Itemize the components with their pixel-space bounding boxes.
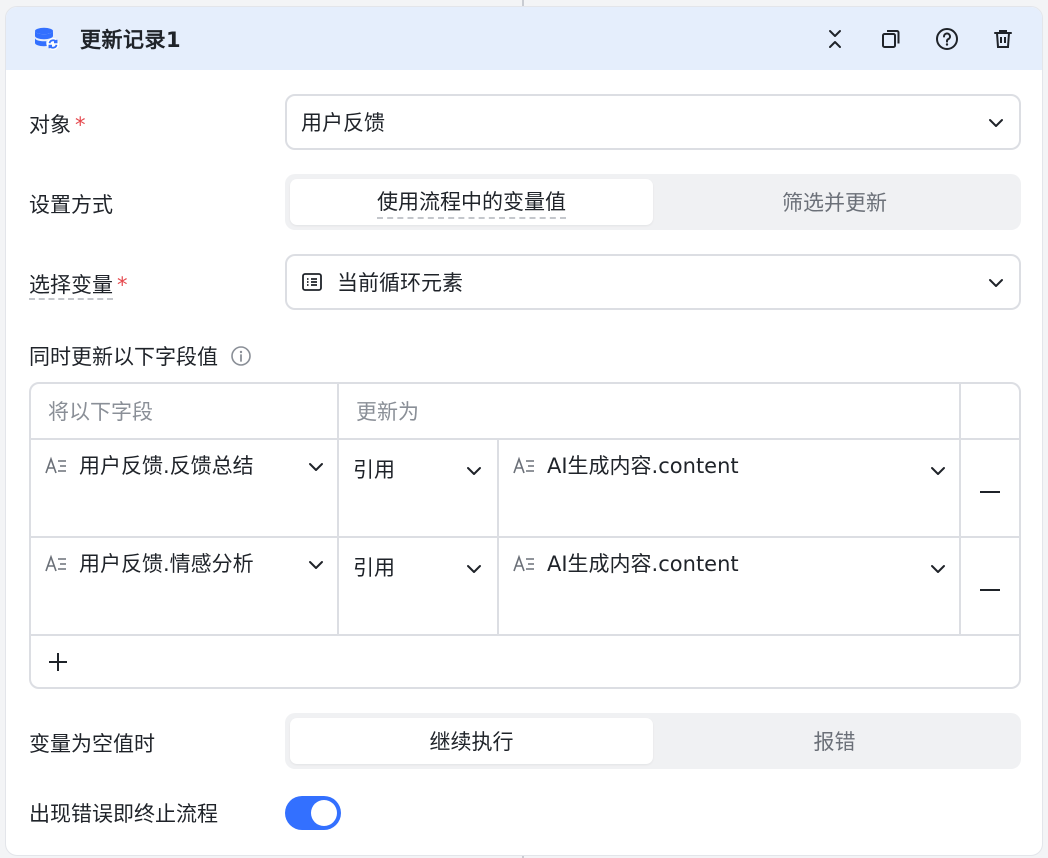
value-text: AI生成内容.content xyxy=(547,454,739,478)
minus-icon xyxy=(979,577,1001,596)
field-select[interactable]: 用户反馈.情感分析 xyxy=(31,538,339,634)
text-field-icon xyxy=(513,554,535,579)
table-row: 用户反馈.情感分析 引用 AI生成内容.content xyxy=(31,538,1019,636)
fields-section-label: 同时更新以下字段值 xyxy=(29,341,252,371)
value-select[interactable]: AI生成内容.content xyxy=(499,538,961,634)
add-row xyxy=(31,636,1019,687)
chevron-down-icon xyxy=(929,458,947,482)
copy-icon[interactable] xyxy=(874,22,908,56)
required-mark: * xyxy=(117,273,128,297)
value-text: AI生成内容.content xyxy=(547,552,739,576)
field-name: 用户反馈.情感分析 xyxy=(79,552,254,576)
remove-row-button[interactable] xyxy=(961,538,1019,634)
collapse-icon[interactable] xyxy=(818,22,852,56)
chevron-down-icon xyxy=(987,270,1005,294)
empty-value-segmented: 继续执行 报错 xyxy=(285,713,1021,769)
chevron-down-icon xyxy=(929,556,947,580)
seg-error[interactable]: 报错 xyxy=(653,718,1016,764)
stop-on-error-toggle[interactable] xyxy=(285,796,341,830)
object-select-value: 用户反馈 xyxy=(301,111,385,135)
seg-continue[interactable]: 继续执行 xyxy=(290,718,653,764)
variable-select-value: 当前循环元素 xyxy=(337,271,463,295)
variable-label-text: 选择变量 xyxy=(29,273,113,300)
header-update-to: 更新为 xyxy=(339,384,961,438)
required-mark: * xyxy=(75,113,86,137)
update-record-node: 更新记录1 对象 * 用户反馈 设置方式 使用流程中的变量值 筛选并更新 选择变… xyxy=(5,6,1043,856)
field-name: 用户反馈.反馈总结 xyxy=(79,454,254,478)
help-icon[interactable] xyxy=(930,22,964,56)
delete-icon[interactable] xyxy=(986,22,1020,56)
text-field-icon xyxy=(45,554,67,634)
stop-on-error-label: 出现错误即终止流程 xyxy=(29,802,218,826)
ref-type-value: 引用 xyxy=(353,556,395,580)
value-select[interactable]: AI生成内容.content xyxy=(499,440,961,536)
setting-mode-segmented: 使用流程中的变量值 筛选并更新 xyxy=(285,174,1021,230)
variable-select[interactable]: 当前循环元素 xyxy=(285,254,1021,310)
header-actions xyxy=(961,384,1019,438)
empty-value-label: 变量为空值时 xyxy=(29,732,155,756)
info-icon[interactable] xyxy=(230,345,252,367)
ref-type-value: 引用 xyxy=(353,458,395,482)
fields-section-title: 同时更新以下字段值 xyxy=(29,345,218,369)
header-actions xyxy=(818,22,1042,56)
chevron-down-icon xyxy=(987,110,1005,134)
object-select[interactable]: 用户反馈 xyxy=(285,94,1021,150)
seg-filter-update[interactable]: 筛选并更新 xyxy=(653,179,1016,225)
variable-label: 选择变量 * xyxy=(29,269,128,300)
table-header: 将以下字段 更新为 xyxy=(31,384,1019,440)
list-icon xyxy=(301,271,323,293)
field-select[interactable]: 用户反馈.反馈总结 xyxy=(31,440,339,536)
chevron-down-icon xyxy=(307,458,325,536)
plus-icon[interactable] xyxy=(45,649,71,675)
remove-row-button[interactable] xyxy=(961,440,1019,536)
node-header: 更新记录1 xyxy=(6,7,1042,70)
object-label: 对象 * xyxy=(29,109,86,139)
text-field-icon xyxy=(513,456,535,481)
toggle-knob xyxy=(311,800,337,826)
chevron-down-icon xyxy=(465,458,483,482)
chevron-down-icon xyxy=(465,556,483,580)
text-field-icon xyxy=(45,456,67,536)
ref-type-select[interactable]: 引用 xyxy=(339,440,499,536)
fields-table: 将以下字段 更新为 用户反馈.反馈总结 引用 AI生成内容.content 用户… xyxy=(29,382,1021,689)
seg-use-variable-label: 使用流程中的变量值 xyxy=(377,186,566,219)
header-field: 将以下字段 xyxy=(31,384,339,438)
object-label-text: 对象 xyxy=(29,113,71,137)
chevron-down-icon xyxy=(307,556,325,634)
seg-use-variable[interactable]: 使用流程中的变量值 xyxy=(290,179,653,225)
node-title: 更新记录1 xyxy=(80,27,182,52)
table-row: 用户反馈.反馈总结 引用 AI生成内容.content xyxy=(31,440,1019,538)
database-refresh-icon xyxy=(32,25,60,53)
ref-type-select[interactable]: 引用 xyxy=(339,538,499,634)
setting-mode-label: 设置方式 xyxy=(29,193,113,217)
minus-icon xyxy=(979,479,1001,498)
